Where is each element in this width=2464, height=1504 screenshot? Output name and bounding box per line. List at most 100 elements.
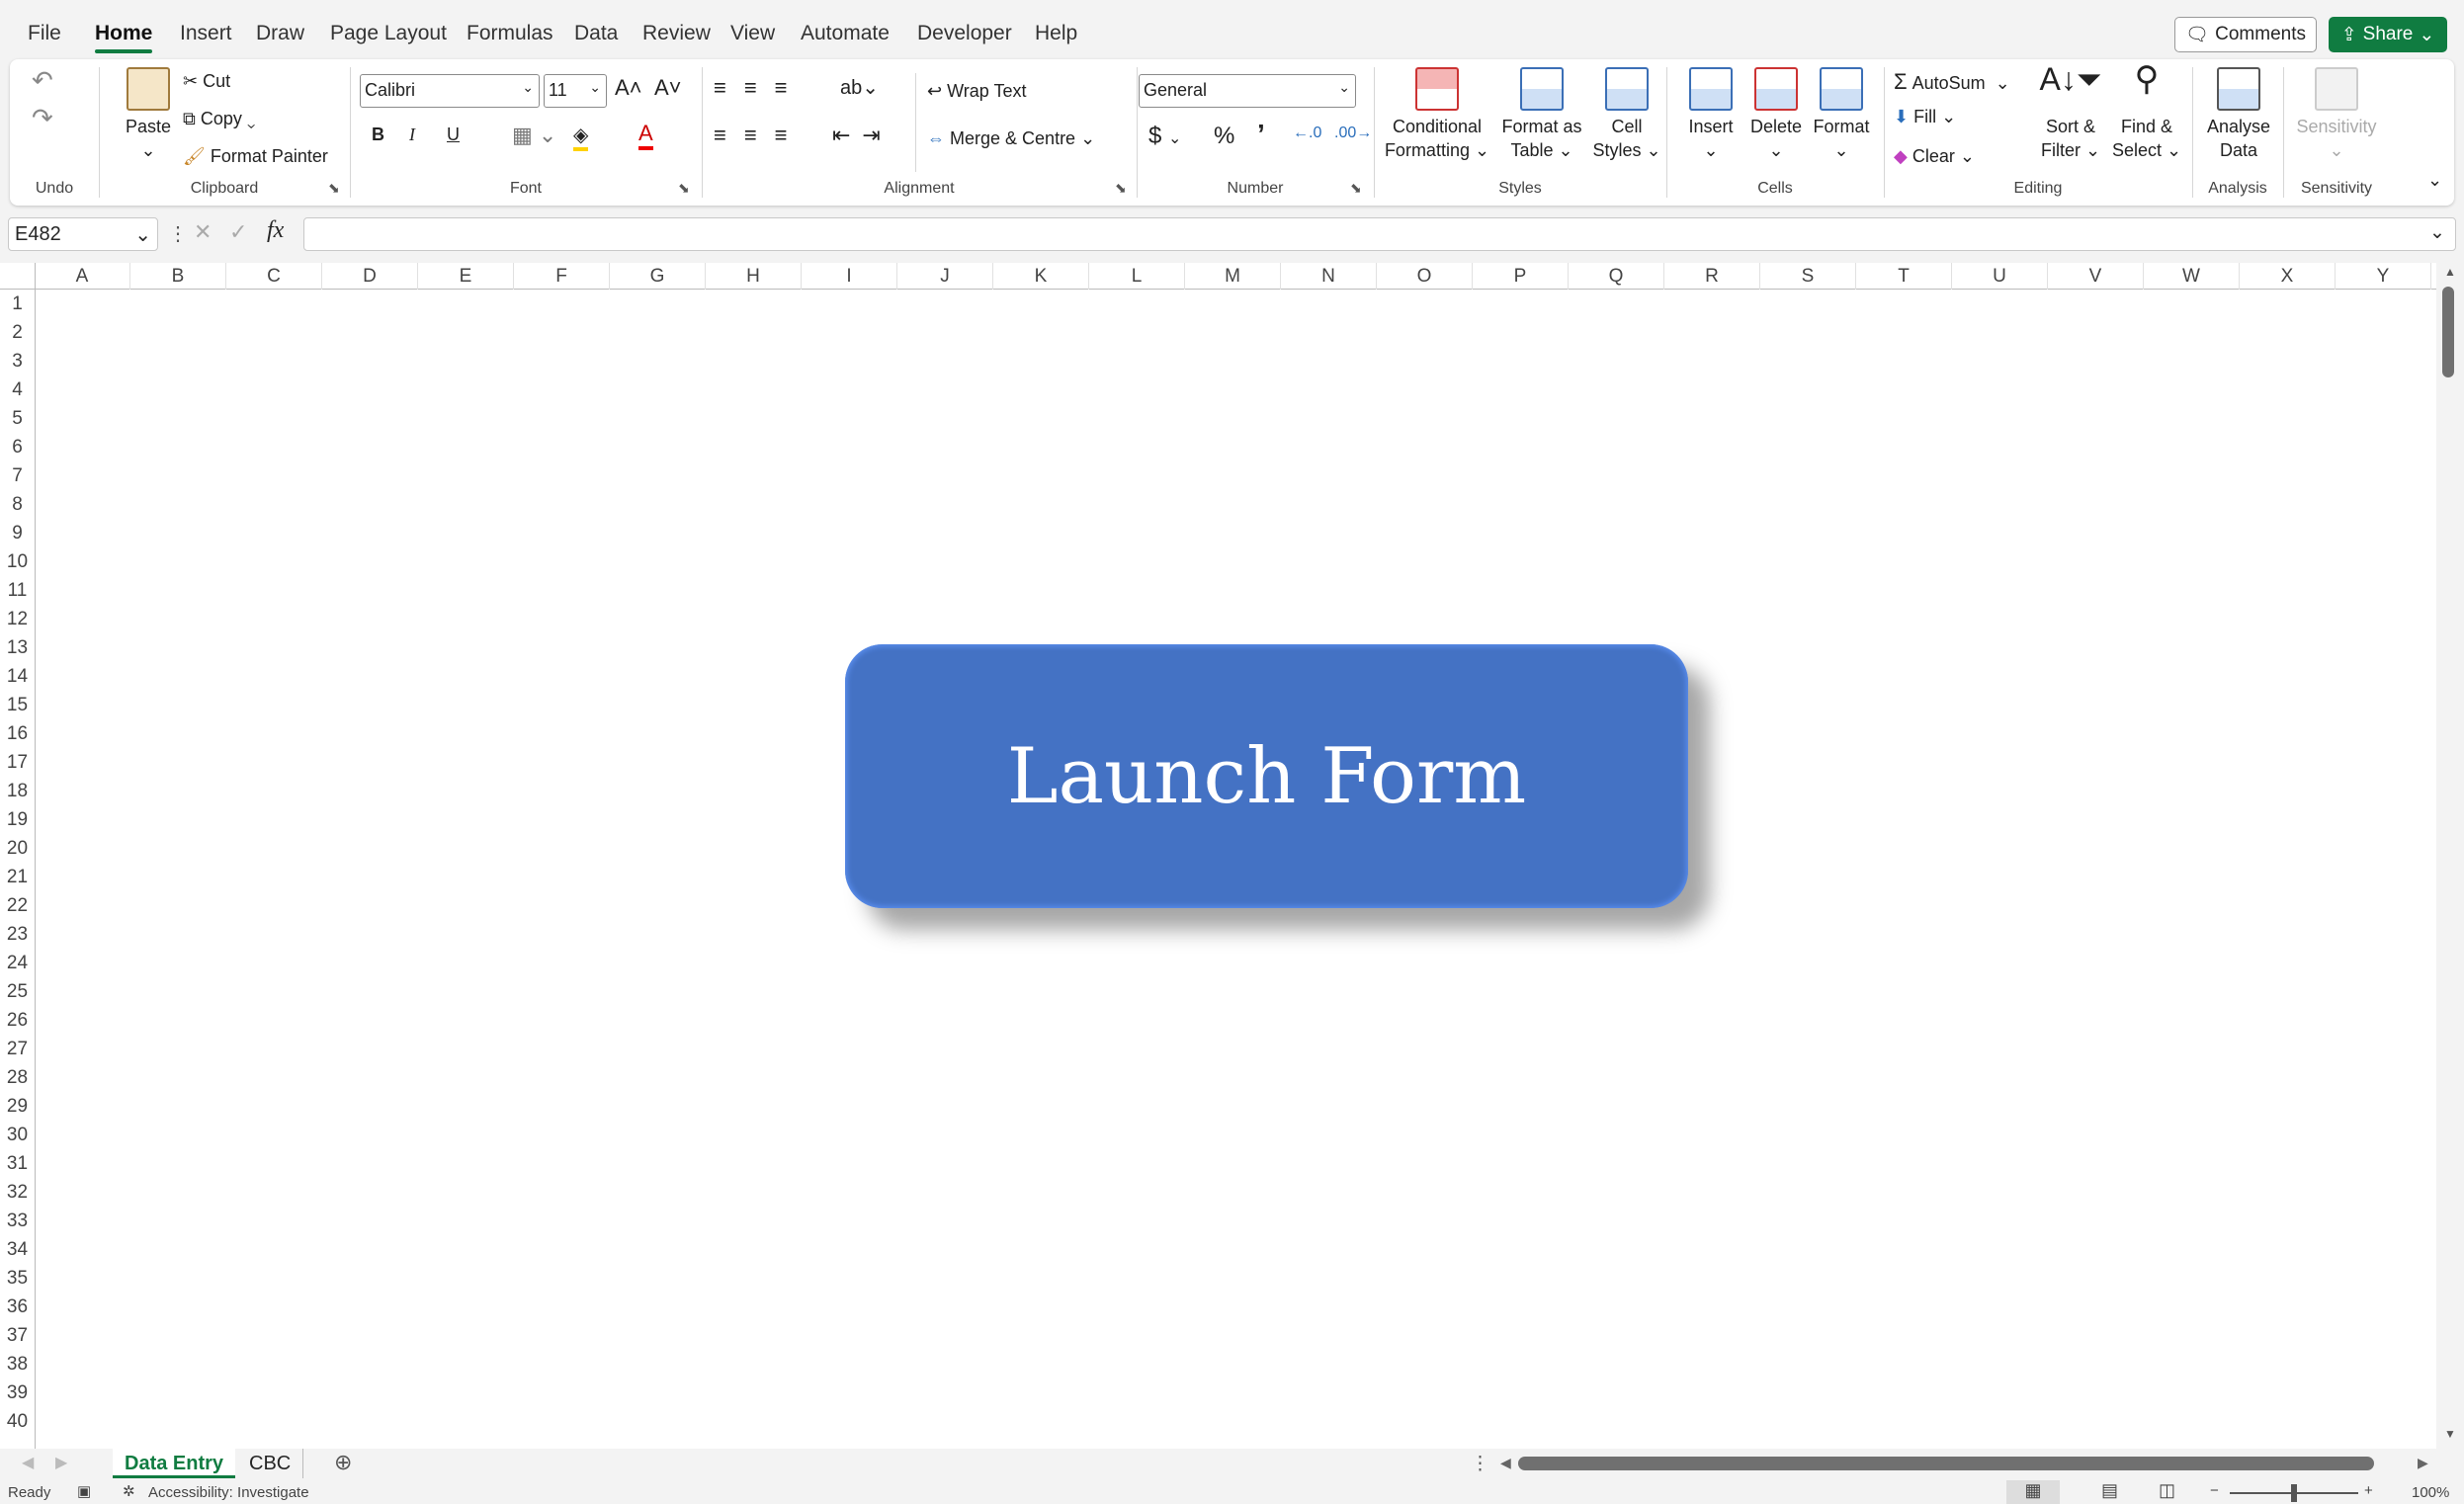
row-header-39[interactable]: 39 bbox=[0, 1379, 35, 1407]
font-size-select[interactable]: 11 ⌄ bbox=[544, 74, 607, 108]
column-header-F[interactable]: F bbox=[514, 263, 610, 290]
column-header-W[interactable]: W bbox=[2144, 263, 2240, 290]
next-sheet-icon[interactable]: ▶ bbox=[55, 1453, 67, 1472]
row-header-10[interactable]: 10 bbox=[0, 547, 35, 576]
accessibility-status[interactable]: Accessibility: Investigate bbox=[148, 1484, 309, 1501]
column-header-J[interactable]: J bbox=[897, 263, 993, 290]
row-header-19[interactable]: 19 bbox=[0, 805, 35, 834]
column-header-O[interactable]: O bbox=[1377, 263, 1473, 290]
column-header-G[interactable]: G bbox=[610, 263, 706, 290]
wrap-text-button[interactable]: ↩ Wrap Text bbox=[927, 81, 1026, 102]
delete-cells-button[interactable]: Delete ⌄ bbox=[1742, 67, 1811, 162]
row-header-9[interactable]: 9 bbox=[0, 519, 35, 547]
row-header-22[interactable]: 22 bbox=[0, 891, 35, 920]
row-header-33[interactable]: 33 bbox=[0, 1207, 35, 1235]
row-header-30[interactable]: 30 bbox=[0, 1121, 35, 1149]
column-header-C[interactable]: C bbox=[226, 263, 322, 290]
row-header-34[interactable]: 34 bbox=[0, 1235, 35, 1264]
font-color-icon[interactable]: A bbox=[638, 121, 653, 150]
tab-help[interactable]: Help bbox=[1035, 22, 1077, 45]
undo-icon[interactable]: ↶ bbox=[32, 65, 53, 96]
column-header-D[interactable]: D bbox=[322, 263, 418, 290]
tab-home[interactable]: Home bbox=[95, 22, 153, 53]
row-header-35[interactable]: 35 bbox=[0, 1264, 35, 1293]
scroll-left-icon[interactable]: ◀ bbox=[1500, 1455, 1511, 1471]
insert-function-icon[interactable]: fx bbox=[267, 217, 284, 244]
zoom-in-icon[interactable]: + bbox=[2364, 1482, 2373, 1499]
font-name-select[interactable]: Calibri ⌄ bbox=[360, 74, 540, 108]
name-box[interactable]: E482 ⌄ bbox=[8, 217, 158, 251]
row-header-40[interactable]: 40 bbox=[0, 1407, 35, 1436]
column-header-H[interactable]: H bbox=[706, 263, 802, 290]
row-header-16[interactable]: 16 bbox=[0, 719, 35, 748]
vertical-scroll-thumb[interactable] bbox=[2442, 287, 2454, 377]
share-button[interactable]: ⇪ Share ⌄ bbox=[2329, 17, 2447, 52]
zoom-out-icon[interactable]: − bbox=[2210, 1482, 2219, 1499]
analyse-data-button[interactable]: Analyse Data bbox=[2196, 67, 2281, 162]
formula-input[interactable] bbox=[303, 217, 2456, 251]
sheet-tab-data-entry[interactable]: Data Entry bbox=[113, 1449, 236, 1478]
page-break-view-icon[interactable]: ◫ bbox=[2159, 1480, 2175, 1501]
cut-button[interactable]: ✂ Cut bbox=[183, 71, 230, 92]
vertical-scrollbar[interactable]: ▲ ▼ bbox=[2436, 263, 2464, 1449]
orientation-icon[interactable]: ab⌄ bbox=[840, 75, 879, 100]
row-header-23[interactable]: 23 bbox=[0, 920, 35, 949]
indent-icons[interactable]: ⇤⇥ bbox=[832, 123, 892, 148]
autosum-button[interactable]: Σ AutoSum ⌄ bbox=[1894, 69, 2010, 95]
decrease-font-icon[interactable]: A˅ bbox=[654, 75, 682, 101]
row-header-38[interactable]: 38 bbox=[0, 1350, 35, 1379]
macro-record-icon[interactable]: ▣ bbox=[77, 1482, 91, 1500]
row-header-12[interactable]: 12 bbox=[0, 605, 35, 633]
tab-review[interactable]: Review bbox=[642, 22, 711, 45]
add-sheet-icon[interactable]: ⊕ bbox=[334, 1450, 352, 1475]
row-header-3[interactable]: 3 bbox=[0, 347, 35, 376]
row-header-25[interactable]: 25 bbox=[0, 977, 35, 1006]
tab-split-handle[interactable]: ⋮ bbox=[1471, 1453, 1489, 1475]
decrease-decimal-icon[interactable]: .00→ bbox=[1334, 125, 1372, 142]
borders-icon[interactable]: ▦ ⌄ bbox=[512, 123, 556, 148]
column-header-R[interactable]: R bbox=[1664, 263, 1760, 290]
worksheet-grid[interactable]: ABCDEFGHIJKLMNOPQRSTUVWXY 1 2 3 4 5 6 7 8 9 10 11 1… bbox=[0, 263, 2436, 1449]
row-header-36[interactable]: 36 bbox=[0, 1293, 35, 1321]
row-header-5[interactable]: 5 bbox=[0, 404, 35, 433]
column-header-S[interactable]: S bbox=[1760, 263, 1856, 290]
tab-developer[interactable]: Developer bbox=[917, 22, 1012, 45]
expand-formula-icon[interactable]: ⌄ bbox=[2429, 221, 2445, 244]
column-header-B[interactable]: B bbox=[130, 263, 226, 290]
sheet-tab-cbc[interactable]: CBC bbox=[237, 1449, 304, 1478]
row-header-13[interactable]: 13 bbox=[0, 633, 35, 662]
tab-draw[interactable]: Draw bbox=[256, 22, 304, 45]
row-header-21[interactable]: 21 bbox=[0, 863, 35, 891]
column-header-Y[interactable]: Y bbox=[2336, 263, 2431, 290]
row-header-11[interactable]: 11 bbox=[0, 576, 35, 605]
column-header-T[interactable]: T bbox=[1856, 263, 1952, 290]
row-header-6[interactable]: 6 bbox=[0, 433, 35, 461]
comments-button[interactable]: 🗨 Comments bbox=[2174, 17, 2317, 52]
tab-formulas[interactable]: Formulas bbox=[467, 22, 553, 45]
clear-button[interactable]: ◆ Clear ⌄ bbox=[1894, 146, 1975, 167]
sort-filter-button[interactable]: A↓⏷ Sort & Filter ⌄ bbox=[2036, 63, 2105, 162]
find-select-button[interactable]: ⚲ Find & Select ⌄ bbox=[2107, 62, 2186, 162]
conditional-formatting-button[interactable]: Conditional Formatting ⌄ bbox=[1384, 67, 1490, 162]
horizontal-scrollbar[interactable] bbox=[1518, 1457, 2374, 1470]
row-header-18[interactable]: 18 bbox=[0, 777, 35, 805]
tab-data[interactable]: Data bbox=[574, 22, 618, 45]
italic-button[interactable]: I bbox=[409, 125, 415, 145]
percent-button[interactable]: % bbox=[1214, 123, 1234, 150]
more-options-icon[interactable]: ⋮ bbox=[168, 221, 188, 246]
column-header-N[interactable]: N bbox=[1281, 263, 1377, 290]
number-format-select[interactable]: General ⌄ bbox=[1139, 74, 1356, 108]
copy-button[interactable]: ⧉ Copy ⌄ bbox=[183, 109, 255, 129]
zoom-level[interactable]: 100% bbox=[2412, 1484, 2449, 1501]
row-header-26[interactable]: 26 bbox=[0, 1006, 35, 1035]
collapse-ribbon-icon[interactable]: ⌄ bbox=[2427, 170, 2442, 191]
bold-button[interactable]: B bbox=[372, 125, 384, 145]
prev-sheet-icon[interactable]: ◀ bbox=[22, 1453, 34, 1472]
row-header-32[interactable]: 32 bbox=[0, 1178, 35, 1207]
column-header-L[interactable]: L bbox=[1089, 263, 1185, 290]
insert-cells-button[interactable]: Insert ⌄ bbox=[1676, 67, 1745, 162]
comma-button[interactable]: ’ bbox=[1257, 119, 1265, 150]
fill-button[interactable]: ⬇ Fill ⌄ bbox=[1894, 107, 1956, 127]
increase-font-icon[interactable]: A˄ bbox=[615, 75, 642, 101]
row-header-7[interactable]: 7 bbox=[0, 461, 35, 490]
